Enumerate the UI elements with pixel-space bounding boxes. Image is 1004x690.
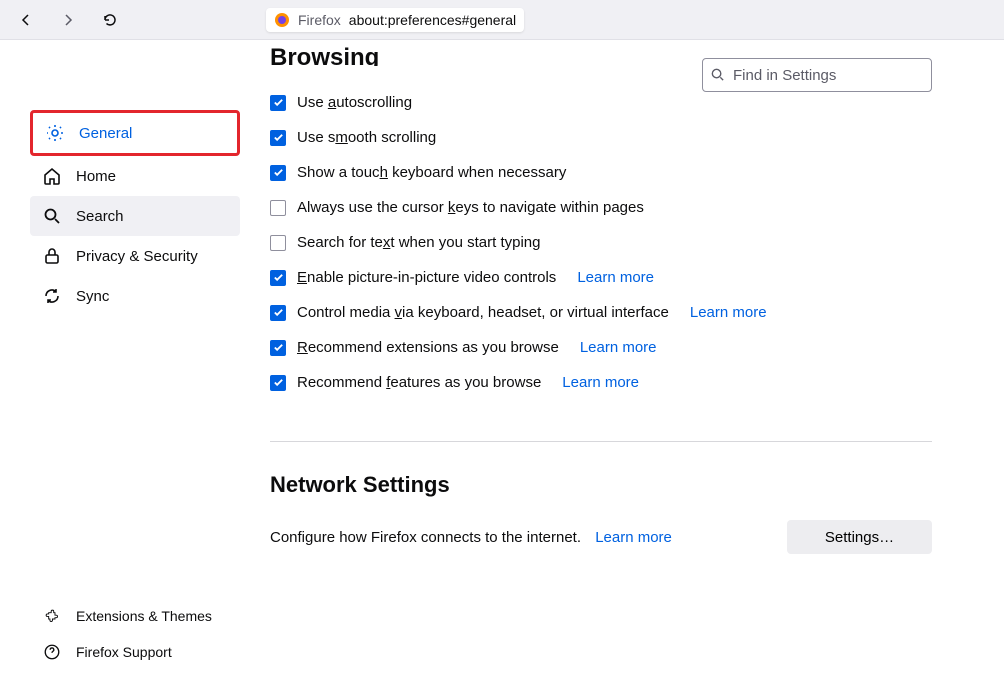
- learn-more-link[interactable]: Learn more: [577, 269, 654, 286]
- sidebar-item-label: Sync: [76, 288, 109, 305]
- main-content: Browsing Use autoscrolling Use smooth scr…: [240, 40, 1004, 690]
- checkbox-row: Show a touch keyboard when necessary: [270, 164, 932, 181]
- network-text: Configure how Firefox connects to the in…: [270, 529, 672, 546]
- sidebar-item-label: Extensions & Themes: [76, 608, 212, 624]
- section-title-browsing: Browsing: [270, 44, 932, 66]
- back-button[interactable]: [10, 4, 42, 36]
- address-url: about:preferences#general: [349, 12, 516, 28]
- sidebar-item-extensions[interactable]: Extensions & Themes: [30, 598, 230, 634]
- puzzle-icon: [42, 606, 62, 626]
- divider: [270, 441, 932, 442]
- learn-more-link[interactable]: Learn more: [580, 339, 657, 356]
- checkbox-label: Search for text when you start typing: [297, 234, 540, 251]
- checkbox-label: Show a touch keyboard when necessary: [297, 164, 566, 181]
- checkbox-row: Recommend extensions as you browse Learn …: [270, 339, 932, 356]
- checkbox-label: Use smooth scrolling: [297, 129, 436, 146]
- sidebar-item-home[interactable]: Home: [30, 156, 240, 196]
- checkbox[interactable]: [270, 305, 286, 321]
- sync-icon: [42, 286, 62, 306]
- checkbox-row: Enable picture-in-picture video controls…: [270, 269, 932, 286]
- checkbox-label: Recommend features as you browse: [297, 374, 541, 391]
- sidebar-item-label: Privacy & Security: [76, 248, 198, 265]
- learn-more-link[interactable]: Learn more: [595, 529, 672, 546]
- sidebar-item-label: Home: [76, 168, 116, 185]
- sidebar-item-sync[interactable]: Sync: [30, 276, 240, 316]
- forward-button[interactable]: [52, 4, 84, 36]
- sidebar-item-label: Search: [76, 208, 124, 225]
- address-bar[interactable]: Firefox about:preferences#general: [266, 8, 524, 32]
- checkbox-row: Search for text when you start typing: [270, 234, 932, 251]
- sidebar-item-search[interactable]: Search: [30, 196, 240, 236]
- browser-toolbar: Firefox about:preferences#general: [0, 0, 1004, 40]
- sidebar-item-label: Firefox Support: [76, 644, 172, 660]
- checkbox-label: Enable picture-in-picture video controls: [297, 269, 556, 286]
- checkbox-label: Use autoscrolling: [297, 94, 412, 111]
- sidebar-item-privacy[interactable]: Privacy & Security: [30, 236, 240, 276]
- sidebar: General Home Search Privacy & Security S…: [0, 40, 240, 690]
- search-icon: [710, 67, 725, 86]
- settings-button[interactable]: Settings…: [787, 520, 932, 554]
- checkbox[interactable]: [270, 235, 286, 251]
- search-icon: [42, 206, 62, 226]
- checkbox[interactable]: [270, 375, 286, 391]
- checkbox-row: Control media via keyboard, headset, or …: [270, 304, 932, 321]
- help-icon: [42, 642, 62, 662]
- sidebar-item-label: General: [79, 125, 132, 142]
- home-icon: [42, 166, 62, 186]
- reload-button[interactable]: [94, 4, 126, 36]
- checkbox[interactable]: [270, 165, 286, 181]
- checkbox-label: Recommend extensions as you browse: [297, 339, 559, 356]
- checkbox-row: Recommend features as you browse Learn mo…: [270, 374, 932, 391]
- checkbox-row: Use smooth scrolling: [270, 129, 932, 146]
- learn-more-link[interactable]: Learn more: [562, 374, 639, 391]
- checkbox-label: Control media via keyboard, headset, or …: [297, 304, 669, 321]
- checkbox-row: Use autoscrolling: [270, 94, 932, 111]
- checkbox[interactable]: [270, 270, 286, 286]
- lock-icon: [42, 246, 62, 266]
- sidebar-item-support[interactable]: Firefox Support: [30, 634, 230, 670]
- firefox-icon: [274, 12, 290, 28]
- learn-more-link[interactable]: Learn more: [690, 304, 767, 321]
- sidebar-item-general[interactable]: General: [30, 110, 240, 156]
- section-title-network: Network Settings: [270, 472, 932, 498]
- address-label: Firefox: [298, 12, 341, 28]
- checkbox-row: Always use the cursor keys to navigate w…: [270, 199, 932, 216]
- checkbox[interactable]: [270, 340, 286, 356]
- checkbox[interactable]: [270, 200, 286, 216]
- checkbox[interactable]: [270, 95, 286, 111]
- checkbox[interactable]: [270, 130, 286, 146]
- checkbox-label: Always use the cursor keys to navigate w…: [297, 199, 644, 216]
- gear-icon: [45, 123, 65, 143]
